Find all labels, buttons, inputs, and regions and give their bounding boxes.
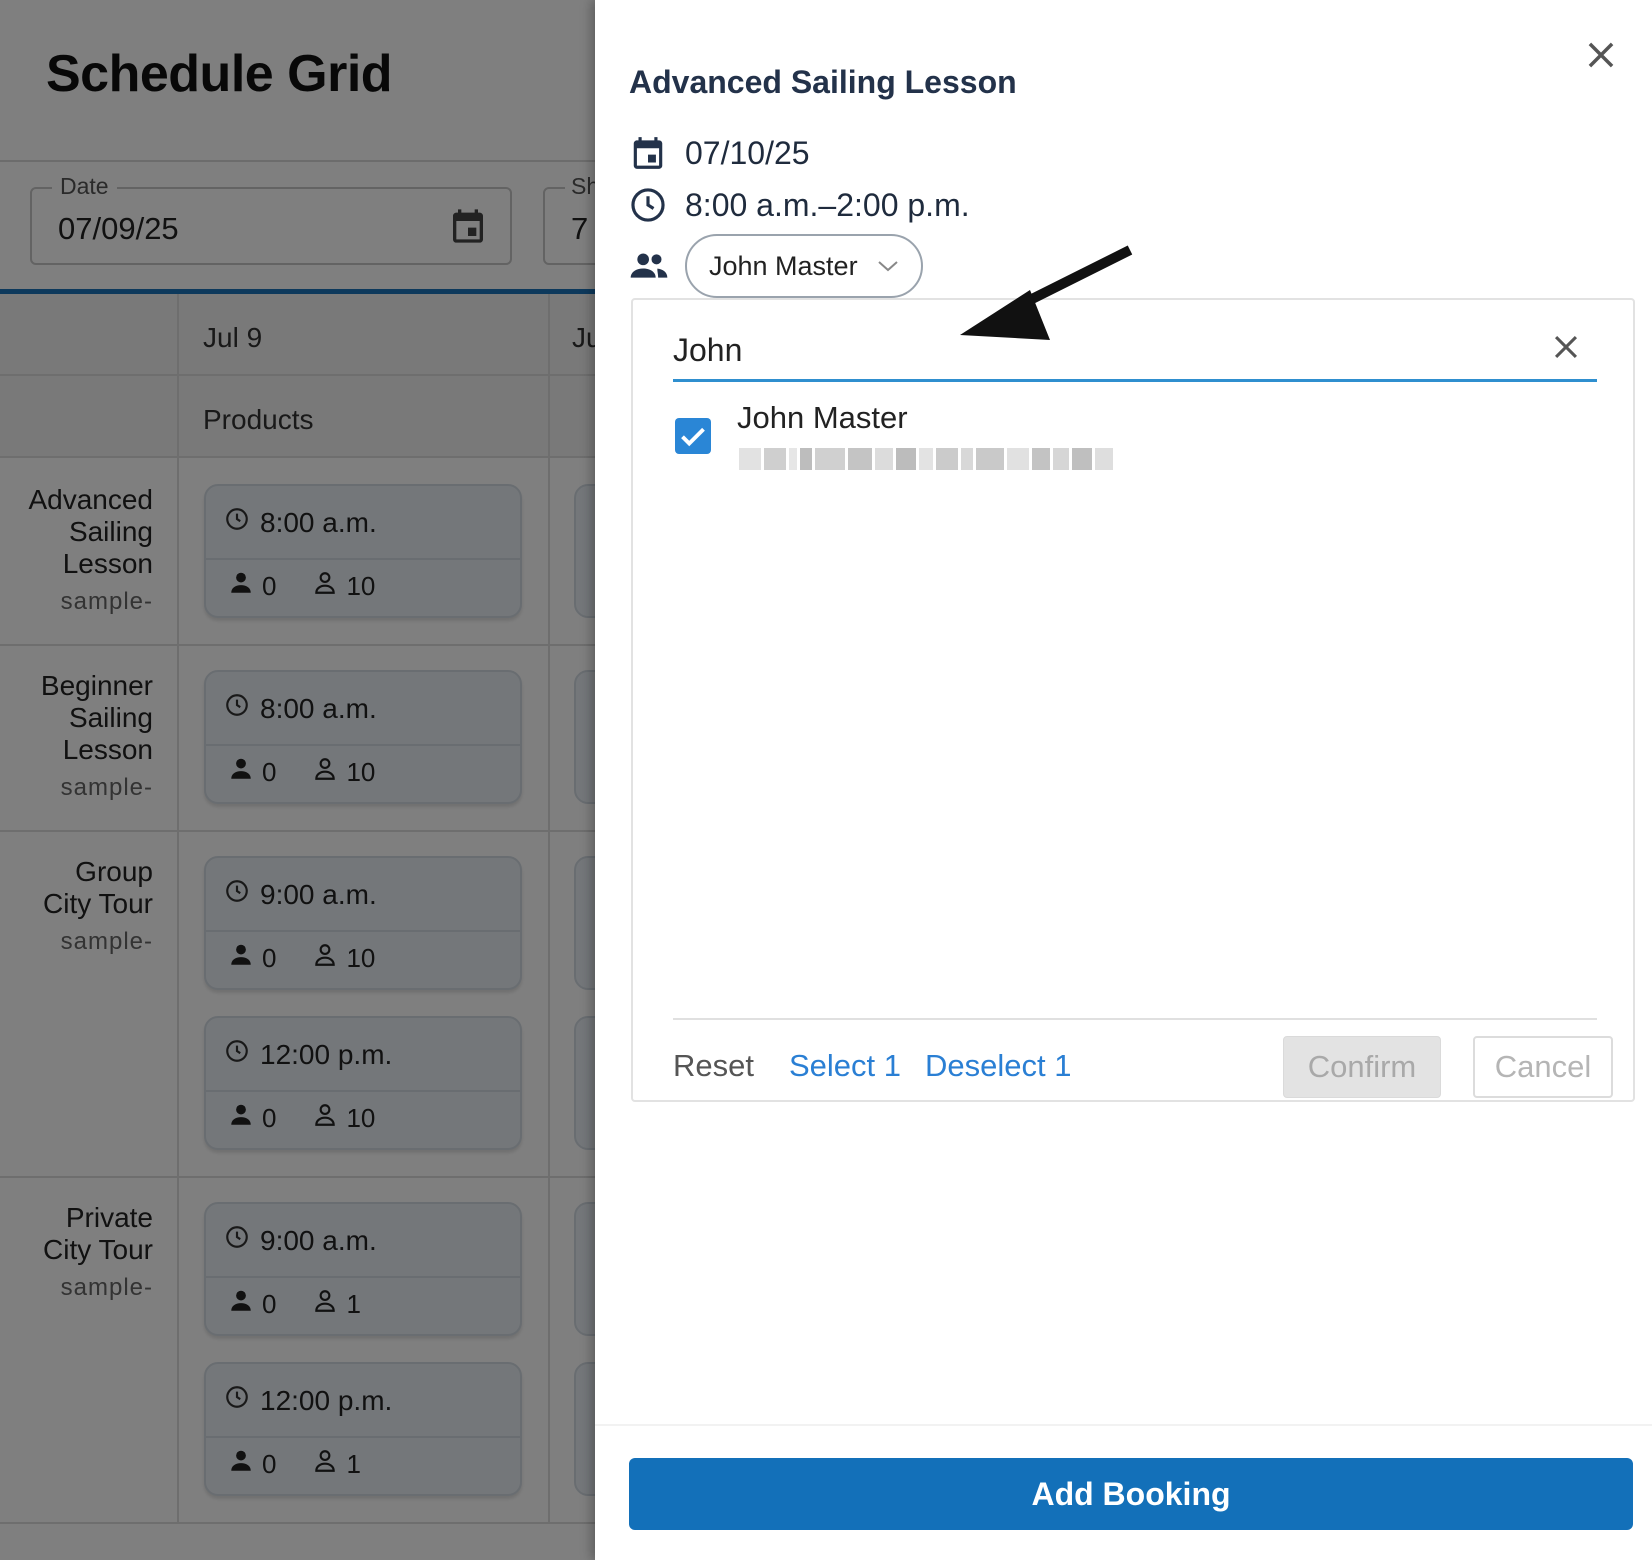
drawer-title: Advanced Sailing Lesson [629,64,1017,100]
confirm-button[interactable]: Confirm [1283,1036,1441,1098]
reset-button[interactable]: Reset [673,1048,754,1084]
page: Schedule Grid Date 07/09/25 Sh 7 Jul 9 J… [0,0,1652,1560]
picker-footer: Reset Select 1 Deselect 1 Confirm Cancel [673,1036,1615,1100]
staff-picker-popover: John Master [631,298,1635,1102]
close-icon[interactable] [1582,36,1620,74]
booking-drawer: Advanced Sailing Lesson 07/10/25 8:00 a.… [595,0,1652,1560]
staff-row: John Master [629,234,923,298]
check-icon [681,427,705,447]
redacted-detail [739,448,1129,470]
people-icon [630,253,668,278]
result-checkbox[interactable] [675,418,711,454]
cancel-button[interactable]: Cancel [1473,1036,1613,1098]
chevron-down-icon [877,261,898,272]
schedule-grid-background: Schedule Grid Date 07/09/25 Sh 7 Jul 9 J… [0,0,595,1560]
list-item[interactable]: John Master [675,400,1575,480]
staff-selector-label: John Master [709,250,858,281]
picker-divider [673,1018,1597,1020]
clock-icon [631,188,665,222]
deselect-all-button[interactable]: Deselect 1 [925,1048,1071,1084]
add-booking-button[interactable]: Add Booking [629,1458,1633,1530]
close-icon[interactable] [1549,330,1583,364]
calendar-icon [633,137,663,169]
time-row: 8:00 a.m.–2:00 p.m. [629,186,970,224]
booking-date: 07/10/25 [685,134,810,171]
annotation-arrow-icon [960,245,1133,340]
drawer-footer-divider [595,1424,1652,1426]
result-name: John Master [737,400,908,435]
staff-selector-chip[interactable]: John Master [685,234,923,298]
modal-backdrop[interactable] [0,0,595,1560]
booking-time-range: 8:00 a.m.–2:00 p.m. [685,186,970,223]
date-row: 07/10/25 [629,134,810,172]
select-all-button[interactable]: Select 1 [789,1048,901,1084]
